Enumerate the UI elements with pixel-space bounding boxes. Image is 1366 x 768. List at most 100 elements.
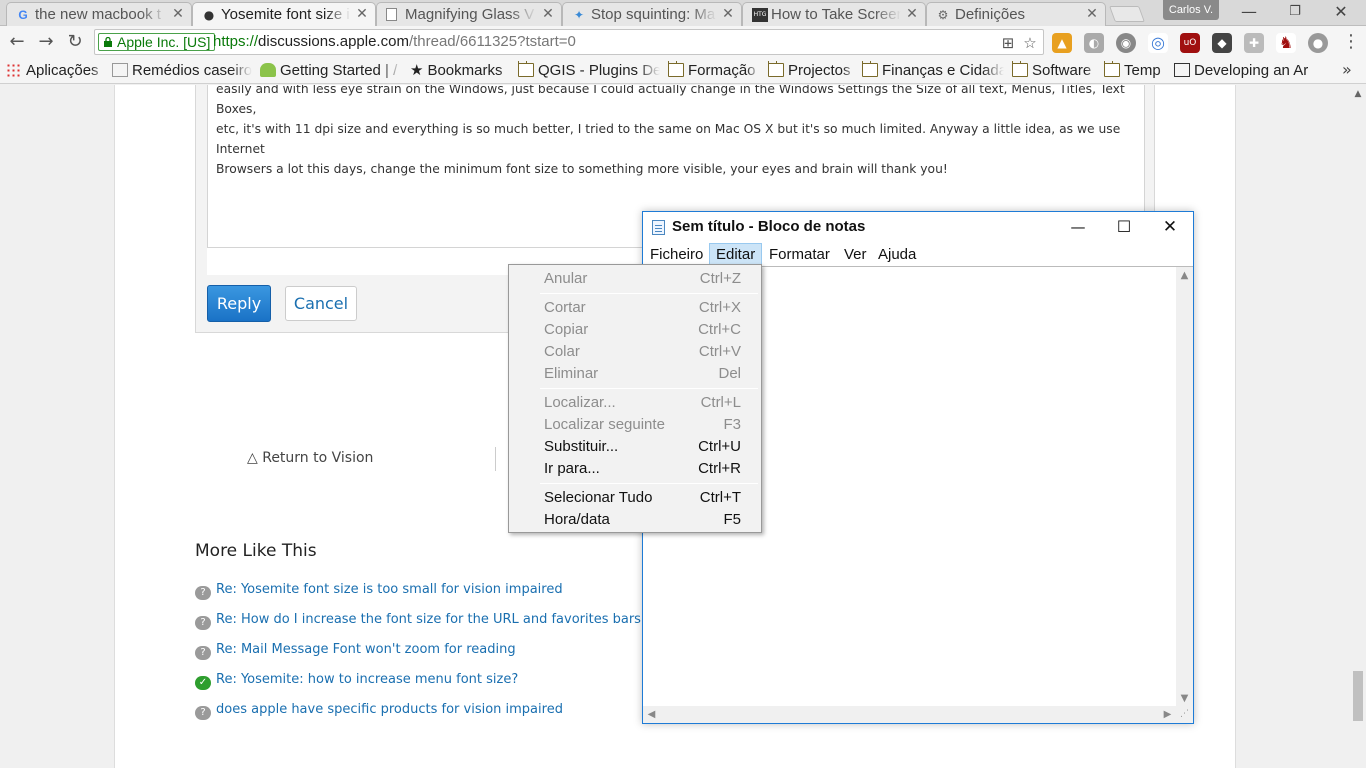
bookmark-developing[interactable]: Developing an Ar bbox=[1174, 61, 1334, 81]
close-icon[interactable]: ✕ bbox=[1085, 6, 1099, 22]
url-text[interactable]: https://discussions.apple.com/thread/661… bbox=[213, 33, 576, 50]
ublock-icon[interactable]: uO bbox=[1180, 33, 1200, 53]
close-icon[interactable]: ✕ bbox=[541, 6, 555, 22]
extension-icon[interactable]: ♞ bbox=[1276, 33, 1296, 53]
translate-icon[interactable]: ⊞ bbox=[999, 34, 1017, 52]
menu-item-colar[interactable]: Colar Ctrl+V bbox=[511, 341, 759, 363]
extension-icon[interactable]: ◉ bbox=[1116, 33, 1136, 53]
list-item-link[interactable]: Re: Yosemite: how to increase menu font … bbox=[216, 672, 518, 687]
extension-icon[interactable]: ● bbox=[1308, 33, 1328, 53]
profile-button[interactable]: Carlos V. bbox=[1163, 0, 1219, 20]
maximize-icon[interactable]: ☐ bbox=[1101, 212, 1147, 242]
vertical-scrollbar[interactable]: ▲ ▼ bbox=[1176, 267, 1193, 707]
menu-icon[interactable]: ⋮ bbox=[1340, 31, 1362, 53]
page-icon: ✦ bbox=[573, 8, 585, 22]
extension-icon[interactable]: ◆ bbox=[1212, 33, 1232, 53]
star-bookmark-icon[interactable]: ☆ bbox=[1021, 34, 1039, 52]
tab-definicoes[interactable]: ⚙ Definições ✕ bbox=[926, 2, 1106, 26]
list-item[interactable]: ? Re: Mail Message Font won't zoom for re… bbox=[195, 642, 516, 662]
triangle-up-icon: △ bbox=[247, 450, 263, 466]
bookmark-bookmarks[interactable]: ★ Bookmarks bbox=[410, 61, 514, 81]
tab-how-to-take-screenshot[interactable]: HTG How to Take Screen ✕ bbox=[742, 2, 926, 26]
extension-icon[interactable]: ✚ bbox=[1244, 33, 1264, 53]
tab-magnifying-glass[interactable]: Magnifying Glass V ✕ bbox=[376, 2, 562, 26]
minimize-icon[interactable]: — bbox=[1055, 212, 1101, 242]
list-item[interactable]: ? Re: Yosemite font size is too small for… bbox=[195, 582, 563, 602]
list-item[interactable]: ? does apple have specific products for v… bbox=[195, 702, 563, 722]
bookmark-aplicacoes[interactable]: Aplicações bbox=[6, 61, 106, 81]
question-icon: ? bbox=[195, 646, 211, 660]
menu-item-localizar[interactable]: Localizar... Ctrl+L bbox=[511, 392, 759, 414]
menu-item-copiar[interactable]: Copiar Ctrl+C bbox=[511, 319, 759, 341]
menu-item-hora-data[interactable]: Hora/data F5 bbox=[511, 509, 759, 531]
menu-item-substituir[interactable]: Substituir... Ctrl+U bbox=[511, 436, 759, 458]
cancel-button[interactable]: Cancel bbox=[285, 286, 357, 321]
list-item[interactable]: ? Re: How do I increase the font size for… bbox=[195, 612, 657, 632]
folder-icon bbox=[862, 61, 878, 77]
menu-item-ir-para[interactable]: Ir para... Ctrl+R bbox=[511, 458, 759, 480]
menu-item-localizar-seguinte[interactable]: Localizar seguinte F3 bbox=[511, 414, 759, 436]
address-bar[interactable]: Apple Inc. [US] https://discussions.appl… bbox=[94, 29, 1044, 55]
tab-yosemite-font-size[interactable]: ● Yosemite font size i ✕ bbox=[192, 2, 376, 27]
back-arrow-icon[interactable]: ← bbox=[6, 31, 28, 53]
list-item[interactable]: ✓ Re: Yosemite: how to increase menu font… bbox=[195, 672, 518, 692]
menu-formatar[interactable]: Formatar bbox=[762, 243, 837, 265]
scroll-up-arrow-icon[interactable]: ▲ bbox=[1350, 87, 1366, 101]
bookmark-software[interactable]: Software bbox=[1012, 61, 1098, 81]
list-item-link[interactable]: Re: How do I increase the font size for … bbox=[216, 612, 657, 627]
forward-arrow-icon[interactable]: → bbox=[35, 31, 57, 53]
tab-stop-squinting[interactable]: ✦ Stop squinting: Ma ✕ bbox=[562, 2, 742, 26]
bookmark-remedios-caseiros[interactable]: Remédios caseiros bbox=[112, 61, 252, 81]
bookmark-formacao[interactable]: Formação bbox=[668, 61, 760, 81]
new-tab-button[interactable] bbox=[1109, 6, 1145, 22]
close-window-icon[interactable]: ✕ bbox=[1318, 0, 1364, 24]
url-path: /thread/6611325?tstart=0 bbox=[408, 33, 576, 50]
bookmark-label: Bookmarks bbox=[427, 62, 503, 79]
return-to-vision-link[interactable]: △ Return to Vision bbox=[247, 450, 373, 466]
scroll-down-arrow-icon[interactable]: ▼ bbox=[1176, 690, 1193, 707]
resize-grip-icon[interactable]: ⋰ bbox=[1176, 706, 1193, 723]
page-scrollbar[interactable]: ▲ bbox=[1350, 85, 1366, 768]
secure-connection-badge[interactable]: Apple Inc. [US] bbox=[98, 33, 216, 51]
tab-google-search[interactable]: G the new macbook t ✕ bbox=[6, 2, 192, 26]
close-icon[interactable]: ✕ bbox=[721, 6, 735, 22]
list-item-link[interactable]: Re: Mail Message Font won't zoom for rea… bbox=[216, 642, 516, 657]
reply-button[interactable]: Reply bbox=[207, 285, 271, 322]
scroll-left-arrow-icon[interactable]: ◀ bbox=[643, 706, 660, 723]
url-host: discussions.apple.com bbox=[258, 33, 409, 50]
more-like-this-heading: More Like This bbox=[195, 541, 317, 561]
bookmark-label: Developing an Ar bbox=[1194, 62, 1309, 79]
extension-icon[interactable]: ◐ bbox=[1084, 33, 1104, 53]
scroll-thumb[interactable] bbox=[1353, 671, 1363, 721]
menu-ficheiro[interactable]: Ficheiro bbox=[643, 243, 710, 265]
chevron-right-icon[interactable]: » bbox=[1342, 60, 1352, 79]
reload-icon[interactable]: ↻ bbox=[64, 31, 86, 53]
menu-item-anular[interactable]: Anular Ctrl+Z bbox=[511, 268, 759, 290]
close-icon[interactable]: ✕ bbox=[171, 6, 185, 22]
restore-icon[interactable]: ❐ bbox=[1272, 0, 1318, 24]
horizontal-scrollbar[interactable]: ◀ ▶ bbox=[643, 706, 1176, 723]
scroll-right-arrow-icon[interactable]: ▶ bbox=[1159, 706, 1176, 723]
list-item-link[interactable]: does apple have specific products for vi… bbox=[216, 702, 563, 717]
bookmark-financas[interactable]: Finanças e Cidada bbox=[862, 61, 1004, 81]
editor-line: Browsers a lot this days, change the min… bbox=[216, 162, 948, 176]
bookmark-qgis-plugins[interactable]: QGIS - Plugins De bbox=[518, 61, 660, 81]
menu-item-eliminar[interactable]: Eliminar Del bbox=[511, 363, 759, 385]
bookmark-temp[interactable]: Temp bbox=[1104, 61, 1168, 81]
extension-icon[interactable]: ▲ bbox=[1052, 33, 1072, 53]
sync-icon[interactable]: ◎ bbox=[1148, 33, 1168, 53]
menu-item-cortar[interactable]: Cortar Ctrl+X bbox=[511, 297, 759, 319]
menu-item-selecionar-tudo[interactable]: Selecionar Tudo Ctrl+T bbox=[511, 487, 759, 509]
close-icon[interactable]: ✕ bbox=[905, 6, 919, 22]
minimize-icon[interactable]: — bbox=[1226, 0, 1272, 24]
close-icon[interactable]: ✕ bbox=[1147, 212, 1193, 242]
scroll-up-arrow-icon[interactable]: ▲ bbox=[1176, 267, 1193, 284]
menu-ajuda[interactable]: Ajuda bbox=[871, 243, 923, 265]
notepad-titlebar[interactable]: Sem título - Bloco de notas — ☐ ✕ bbox=[643, 212, 1193, 242]
bookmark-getting-started[interactable]: Getting Started | / bbox=[260, 61, 402, 81]
list-item-link[interactable]: Re: Yosemite font size is too small for … bbox=[216, 582, 563, 597]
bookmark-projectos[interactable]: Projectos bbox=[768, 61, 856, 81]
menu-ver[interactable]: Ver bbox=[837, 243, 874, 265]
menu-editar[interactable]: Editar bbox=[709, 243, 763, 265]
close-icon[interactable]: ✕ bbox=[355, 6, 369, 22]
